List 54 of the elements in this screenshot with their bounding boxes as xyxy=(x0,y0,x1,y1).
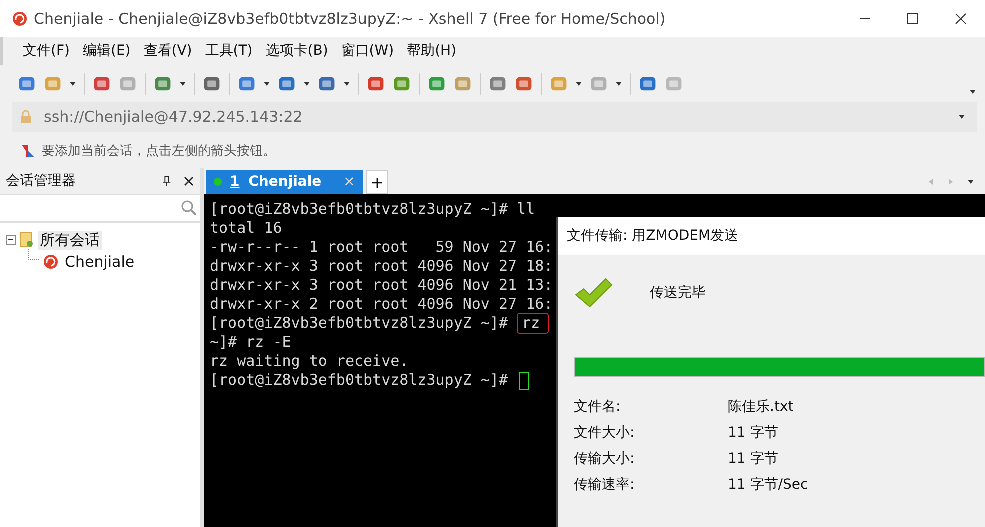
panel-title: 会话管理器 xyxy=(6,172,76,190)
menu-item[interactable]: 帮助(H) xyxy=(407,42,457,60)
status-text: 传送完毕 xyxy=(650,284,706,302)
caret-icon[interactable] xyxy=(303,80,311,88)
caret-icon[interactable] xyxy=(967,178,975,186)
pin-icon[interactable] xyxy=(162,176,172,186)
session-tab[interactable]: 1 Chenjiale × xyxy=(206,170,364,194)
terminal[interactable] xyxy=(204,194,985,527)
terminal-line: [root@iZ8vb3efb0tbtvz8lz3upyZ ~]# xyxy=(210,371,510,390)
window-title: Chenjiale - Chenjiale@iZ8vb3efb0tbtvz8lz3upyZ:~ - Xshell 7 (Free for Home/School) xyxy=(34,10,667,28)
terminal-line: drwxr-xr-x 2 root root 4096 Nov 27 16: xyxy=(210,295,554,314)
menu-item[interactable]: 查看(V) xyxy=(144,42,192,60)
caret-icon[interactable] xyxy=(575,80,583,88)
terminal-line: -rw-r--r-- 1 root root 59 Nov 27 16: xyxy=(210,238,554,257)
field-value: 11 字节/Sec xyxy=(728,476,810,494)
caret-icon[interactable] xyxy=(615,80,623,88)
field-value: 11 字节 xyxy=(728,424,780,442)
hint-text: 要添加当前会话，点击左侧的箭头按钮。 xyxy=(42,143,276,160)
collapse-icon[interactable] xyxy=(6,235,16,245)
terminal-line: drwxr-xr-x 3 root root 4096 Nov 27 18: xyxy=(210,257,554,276)
caret-icon[interactable] xyxy=(179,80,187,88)
caret-icon[interactable] xyxy=(958,113,966,121)
terminal-line: rz waiting to receive. xyxy=(210,352,409,371)
tree-item[interactable]: 所有会话 xyxy=(38,230,102,250)
address-bar[interactable]: ssh://Chenjiale@47.92.245.143:22 xyxy=(12,102,977,132)
search-field[interactable] xyxy=(0,194,200,223)
app-logo-icon xyxy=(12,10,28,26)
terminal-line: total 16 xyxy=(210,219,282,238)
address-value: ssh://Chenjiale@47.92.245.143:22 xyxy=(44,108,304,126)
new-tab-button[interactable]: + xyxy=(366,170,388,194)
checkmark-icon xyxy=(574,276,614,308)
menu-item[interactable]: 选项卡(B) xyxy=(266,42,328,60)
terminal-line: [root@iZ8vb3efb0tbtvz8lz3upyZ ~]# ll xyxy=(210,200,536,219)
caret-icon[interactable] xyxy=(263,80,271,88)
field-label: 文件名: xyxy=(574,398,622,416)
highlighted-command: rz xyxy=(517,313,550,334)
caret-icon[interactable] xyxy=(69,80,77,88)
menu-item[interactable]: 编辑(E) xyxy=(82,42,131,60)
tree-item[interactable]: Chenjiale xyxy=(63,253,137,271)
dialog-title: 文件传输: 用ZMODEM发送 xyxy=(558,217,985,255)
terminal-line: [root@iZ8vb3efb0tbtvz8lz3upyZ ~]# xyxy=(210,314,510,333)
caret-icon[interactable] xyxy=(969,88,977,96)
field-label: 传输速率: xyxy=(574,476,636,494)
menu-item[interactable]: 文件(F) xyxy=(23,42,70,60)
caret-icon[interactable] xyxy=(343,80,351,88)
terminal-line: ~]# rz -E xyxy=(210,333,292,352)
field-label: 文件大小: xyxy=(574,424,636,442)
field-label: 传输大小: xyxy=(574,450,636,468)
field-value: 11 字节 xyxy=(728,450,780,468)
menu-item[interactable]: 窗口(W) xyxy=(341,42,394,60)
menu-item[interactable]: 工具(T) xyxy=(205,42,253,60)
close-icon[interactable] xyxy=(184,176,194,186)
terminal-line: drwxr-xr-x 3 root root 4096 Nov 21 13: xyxy=(210,276,554,295)
field-value: 陈佳乐.txt xyxy=(728,398,795,416)
